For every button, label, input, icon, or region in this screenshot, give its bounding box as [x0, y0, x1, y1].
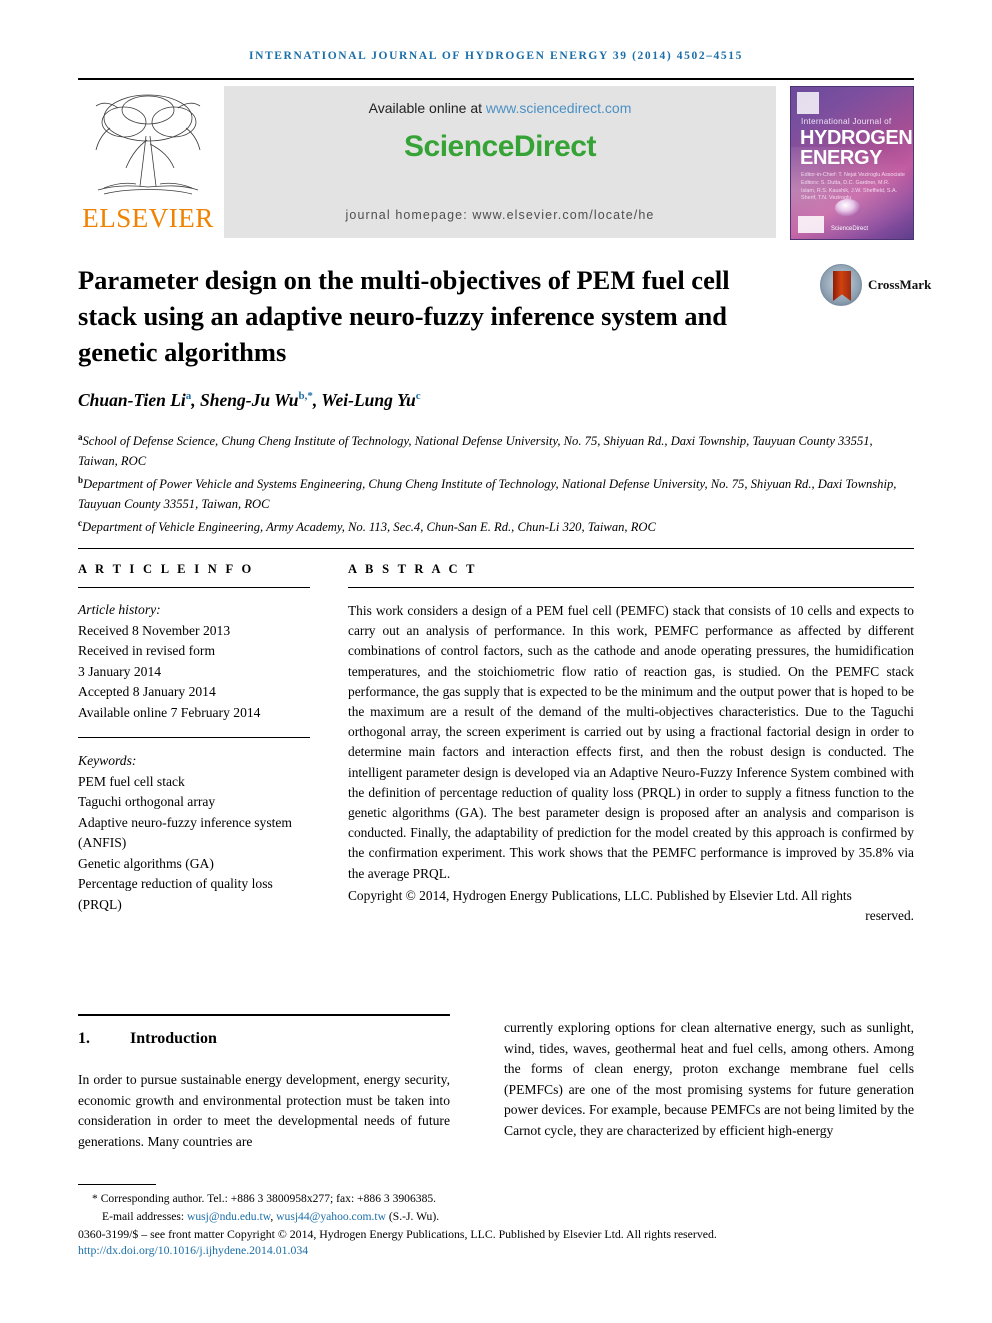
page-title: Parameter design on the multi-objectives…: [78, 265, 730, 367]
abstract-copyright: Copyright © 2014, Hydrogen Energy Public…: [348, 886, 914, 926]
abstract-rule: [348, 587, 914, 588]
footnote-block: * Corresponding author. Tel.: +886 3 380…: [78, 1190, 918, 1225]
abstract-label: A B S T R A C T: [348, 562, 478, 576]
abstract-column: A B S T R A C T This work considers a de…: [348, 562, 914, 926]
author-name: Wei-Lung Yu: [321, 390, 416, 410]
abstract-body: This work considers a design of a PEM fu…: [348, 603, 914, 881]
cover-title-line2: ENERGY: [800, 147, 883, 169]
cover-editors: Editor-in-Chief: T. Nejat Veziroglu Asso…: [801, 172, 905, 202]
paper-page: INTERNATIONAL JOURNAL OF HYDROGEN ENERGY…: [0, 0, 992, 1323]
sciencedirect-banner: Available online at www.sciencedirect.co…: [224, 86, 776, 238]
abstract-copyright-text: Copyright © 2014, Hydrogen Energy Public…: [348, 887, 852, 903]
author-affiliation-marker: c: [415, 390, 421, 403]
email-link-2[interactable]: wusj44@yahoo.com.tw: [276, 1210, 386, 1223]
email-label: E-mail addresses:: [102, 1209, 187, 1223]
front-matter-line: 0360-3199/$ – see front matter Copyright…: [78, 1227, 717, 1241]
author-list: Chuan-Tien Lia, Sheng-Ju Wub,*, Wei-Lung…: [78, 390, 421, 410]
article-info-rule: [78, 587, 310, 588]
cover-publisher-mark-icon: [798, 216, 824, 233]
history-item: Received 8 November 2013: [78, 622, 231, 638]
history-item: Available online 7 February 2014: [78, 704, 261, 720]
keyword-item: PEM fuel cell stack: [78, 773, 185, 789]
article-info-label: A R T I C L E I N F O: [78, 562, 254, 576]
introduction-heading: 1. Introduction: [78, 1030, 217, 1048]
masthead: ELSEVIER Available online at www.science…: [78, 86, 914, 240]
crossmark-icon: [820, 264, 862, 306]
abstract-copyright-last: reserved.: [865, 908, 914, 924]
crossmark-badge[interactable]: CrossMark: [820, 264, 931, 310]
elsevier-wordmark: ELSEVIER: [82, 203, 214, 233]
history-item: Accepted 8 January 2014: [78, 684, 216, 699]
crossmark-book-icon: [833, 271, 851, 301]
crossmark-label: CrossMark: [868, 277, 932, 292]
introduction-rule: [78, 1014, 450, 1016]
author-affiliation-marker: b,*: [298, 390, 313, 403]
introduction-title: Introduction: [130, 1030, 217, 1047]
introduction-right-column: currently exploring options for clean al…: [504, 1020, 914, 1138]
footnote-rule: [78, 1184, 156, 1185]
cover-smallcaps: International Journal of: [801, 117, 892, 126]
history-item: Received in revised form: [78, 643, 216, 658]
doi-link[interactable]: http://dx.doi.org/10.1016/j.ijhydene.201…: [78, 1243, 308, 1258]
journal-cover-thumbnail: International Journal of HYDROGEN ENERGY…: [790, 86, 914, 240]
article-history-label: Article history:: [78, 602, 161, 617]
keywords-divider-rule: [78, 737, 310, 738]
journal-homepage-line[interactable]: journal homepage: www.elsevier.com/locat…: [224, 208, 776, 222]
cover-elsevier-mark-icon: [797, 92, 819, 114]
elsevier-tree-icon: [95, 94, 201, 195]
introduction-number: 1.: [78, 1030, 90, 1047]
history-item: 3 January 2014: [78, 663, 162, 679]
affiliation-text: School of Defense Science, Chung Cheng I…: [78, 434, 873, 468]
article-history-block: Article history: Received 8 November 201…: [78, 600, 310, 723]
article-info-column: A R T I C L E I N F O Article history: R…: [78, 562, 310, 915]
available-online-line: Available online at www.sciencedirect.co…: [224, 100, 776, 116]
keyword-item: Genetic algorithms (GA): [78, 855, 214, 871]
author-item: Chuan-Tien Lia: [78, 390, 191, 410]
introduction-left-column: In order to pursue sustainable energy de…: [78, 1072, 450, 1149]
affiliation-item: bDepartment of Power Vehicle and Systems…: [78, 471, 908, 514]
author-name: Chuan-Tien Li: [78, 390, 186, 410]
cover-sciencedirect-mark: ScienceDirect: [831, 226, 869, 232]
corresponding-author-note: * Corresponding author. Tel.: +886 3 380…: [92, 1192, 437, 1205]
author-item: Sheng-Ju Wub,*: [200, 390, 313, 410]
keywords-block: Keywords: PEM fuel cell stack Taguchi or…: [78, 751, 310, 915]
elsevier-logo: ELSEVIER: [78, 86, 218, 238]
header-rule: [78, 78, 914, 80]
running-head: INTERNATIONAL JOURNAL OF HYDROGEN ENERGY…: [249, 50, 743, 62]
section-divider-rule: [78, 548, 914, 549]
email-suffix: (S.-J. Wu).: [386, 1209, 440, 1223]
affiliation-item: cDepartment of Vehicle Engineering, Army…: [78, 514, 908, 538]
keyword-item: Percentage reduction of quality loss (PR…: [78, 876, 273, 912]
cover-title-line1: HYDROGEN: [800, 127, 913, 149]
keyword-item: Taguchi orthogonal array: [78, 794, 216, 809]
email-link-1[interactable]: wusj@ndu.edu.tw: [187, 1210, 270, 1223]
affiliation-item: aSchool of Defense Science, Chung Cheng …: [78, 428, 908, 471]
sciencedirect-link[interactable]: www.sciencedirect.com: [486, 100, 632, 116]
cover-orb-graphic: [835, 199, 861, 217]
affiliation-list: aSchool of Defense Science, Chung Cheng …: [78, 428, 908, 538]
keyword-item: Adaptive neuro-fuzzy inference system (A…: [78, 814, 293, 851]
author-name: Sheng-Ju Wu: [200, 390, 299, 410]
sciencedirect-wordmark: ScienceDirect: [404, 130, 596, 163]
author-affiliation-marker: a: [185, 390, 192, 403]
available-online-prefix: Available online at: [368, 100, 486, 116]
affiliation-text: Department of Vehicle Engineering, Army …: [82, 520, 656, 535]
author-item: Wei-Lung Yuc: [321, 390, 420, 410]
affiliation-text: Department of Power Vehicle and Systems …: [78, 477, 897, 511]
email-note: E-mail addresses: wusj@ndu.edu.tw, wusj4…: [78, 1208, 918, 1226]
keywords-label: Keywords:: [78, 753, 137, 768]
